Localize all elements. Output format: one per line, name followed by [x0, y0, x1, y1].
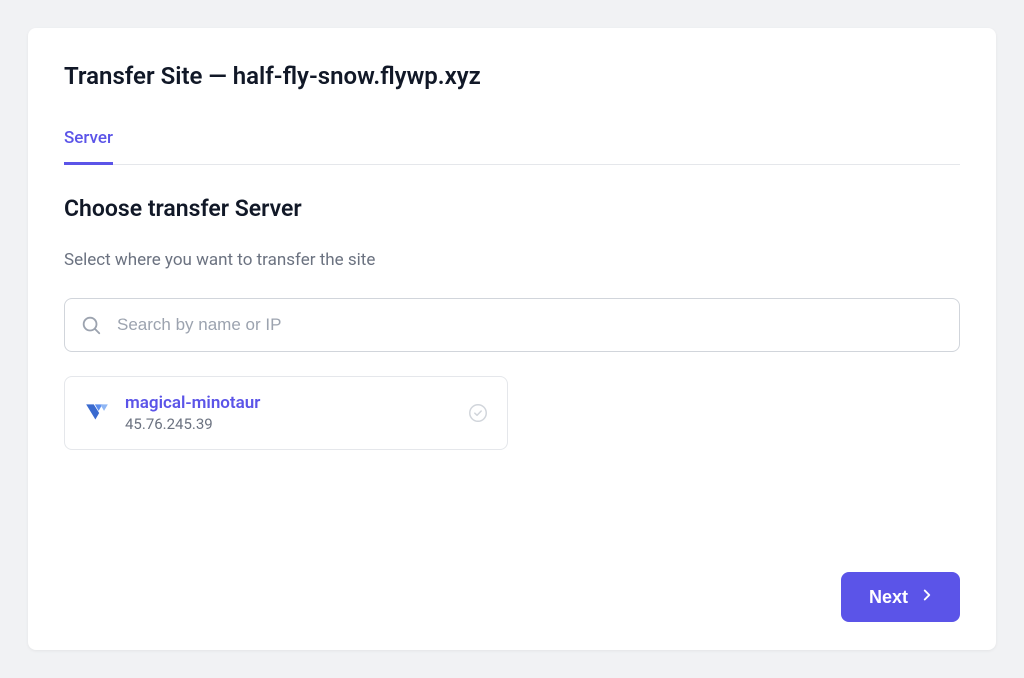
search-input[interactable]: [64, 298, 960, 352]
server-ip: 45.76.245.39: [125, 415, 467, 433]
server-info: magical-minotaur 45.76.245.39: [125, 393, 467, 433]
search-icon: [80, 314, 102, 336]
check-circle-icon: [467, 402, 489, 424]
vultr-icon: [83, 399, 111, 427]
section-subtitle: Select where you want to transfer the si…: [64, 250, 960, 270]
tab-server[interactable]: Server: [64, 128, 113, 165]
server-card[interactable]: magical-minotaur 45.76.245.39: [64, 376, 508, 450]
chevron-right-icon: [918, 586, 936, 609]
footer: Next: [64, 572, 960, 622]
tabs: Server: [64, 128, 960, 165]
page-title: Transfer Site — half-fly-snow.flywp.xyz: [64, 62, 960, 90]
next-button-label: Next: [869, 587, 908, 608]
search-wrap: [64, 298, 960, 352]
server-name: magical-minotaur: [125, 393, 467, 413]
transfer-site-card: Transfer Site — half-fly-snow.flywp.xyz …: [28, 28, 996, 650]
next-button[interactable]: Next: [841, 572, 960, 622]
section-title: Choose transfer Server: [64, 195, 960, 222]
